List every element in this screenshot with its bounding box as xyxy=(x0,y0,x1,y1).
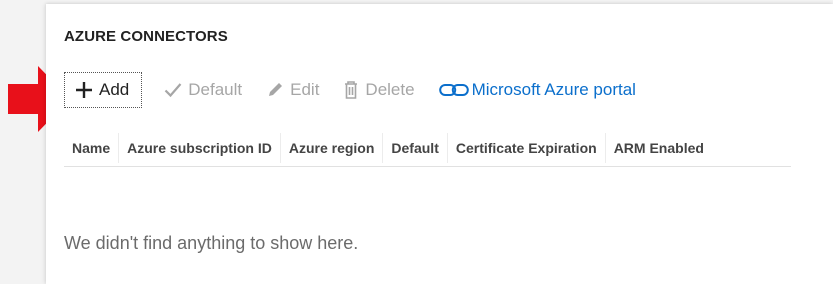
trash-icon xyxy=(343,81,359,99)
azure-portal-link-label: Microsoft Azure portal xyxy=(471,80,636,99)
table-header: Name Azure subscription ID Azure region … xyxy=(64,130,791,167)
edit-button-label: Edit xyxy=(290,80,320,99)
section-title: AZURE CONNECTORS xyxy=(64,28,228,45)
edit-button[interactable]: Edit xyxy=(260,73,325,107)
checkmark-icon xyxy=(164,82,182,98)
delete-button[interactable]: Delete xyxy=(337,73,420,107)
add-button-label: Add xyxy=(99,80,130,99)
plus-icon xyxy=(75,81,93,99)
azure-portal-link[interactable]: Microsoft Azure portal xyxy=(433,73,642,107)
column-header-arm-enabled[interactable]: ARM Enabled xyxy=(606,133,712,163)
default-button-label: Default xyxy=(188,80,243,99)
delete-button-label: Delete xyxy=(365,80,415,99)
column-header-name[interactable]: Name xyxy=(64,133,120,163)
column-header-default[interactable]: Default xyxy=(383,133,448,163)
column-header-region[interactable]: Azure region xyxy=(281,133,384,163)
link-icon xyxy=(438,83,469,97)
column-header-subscription-id[interactable]: Azure subscription ID xyxy=(119,133,281,163)
column-header-certificate-expiration[interactable]: Certificate Expiration xyxy=(448,133,606,163)
default-button[interactable]: Default xyxy=(158,73,248,107)
toolbar: Add Default Edit Delete Microsoft Azure … xyxy=(64,72,642,108)
pencil-icon xyxy=(266,81,284,99)
add-button[interactable]: Add xyxy=(64,72,143,108)
azure-connectors-panel: AZURE CONNECTORS Add Default Edit Delete… xyxy=(46,4,833,284)
empty-state-message: We didn't find anything to show here. xyxy=(64,233,359,253)
